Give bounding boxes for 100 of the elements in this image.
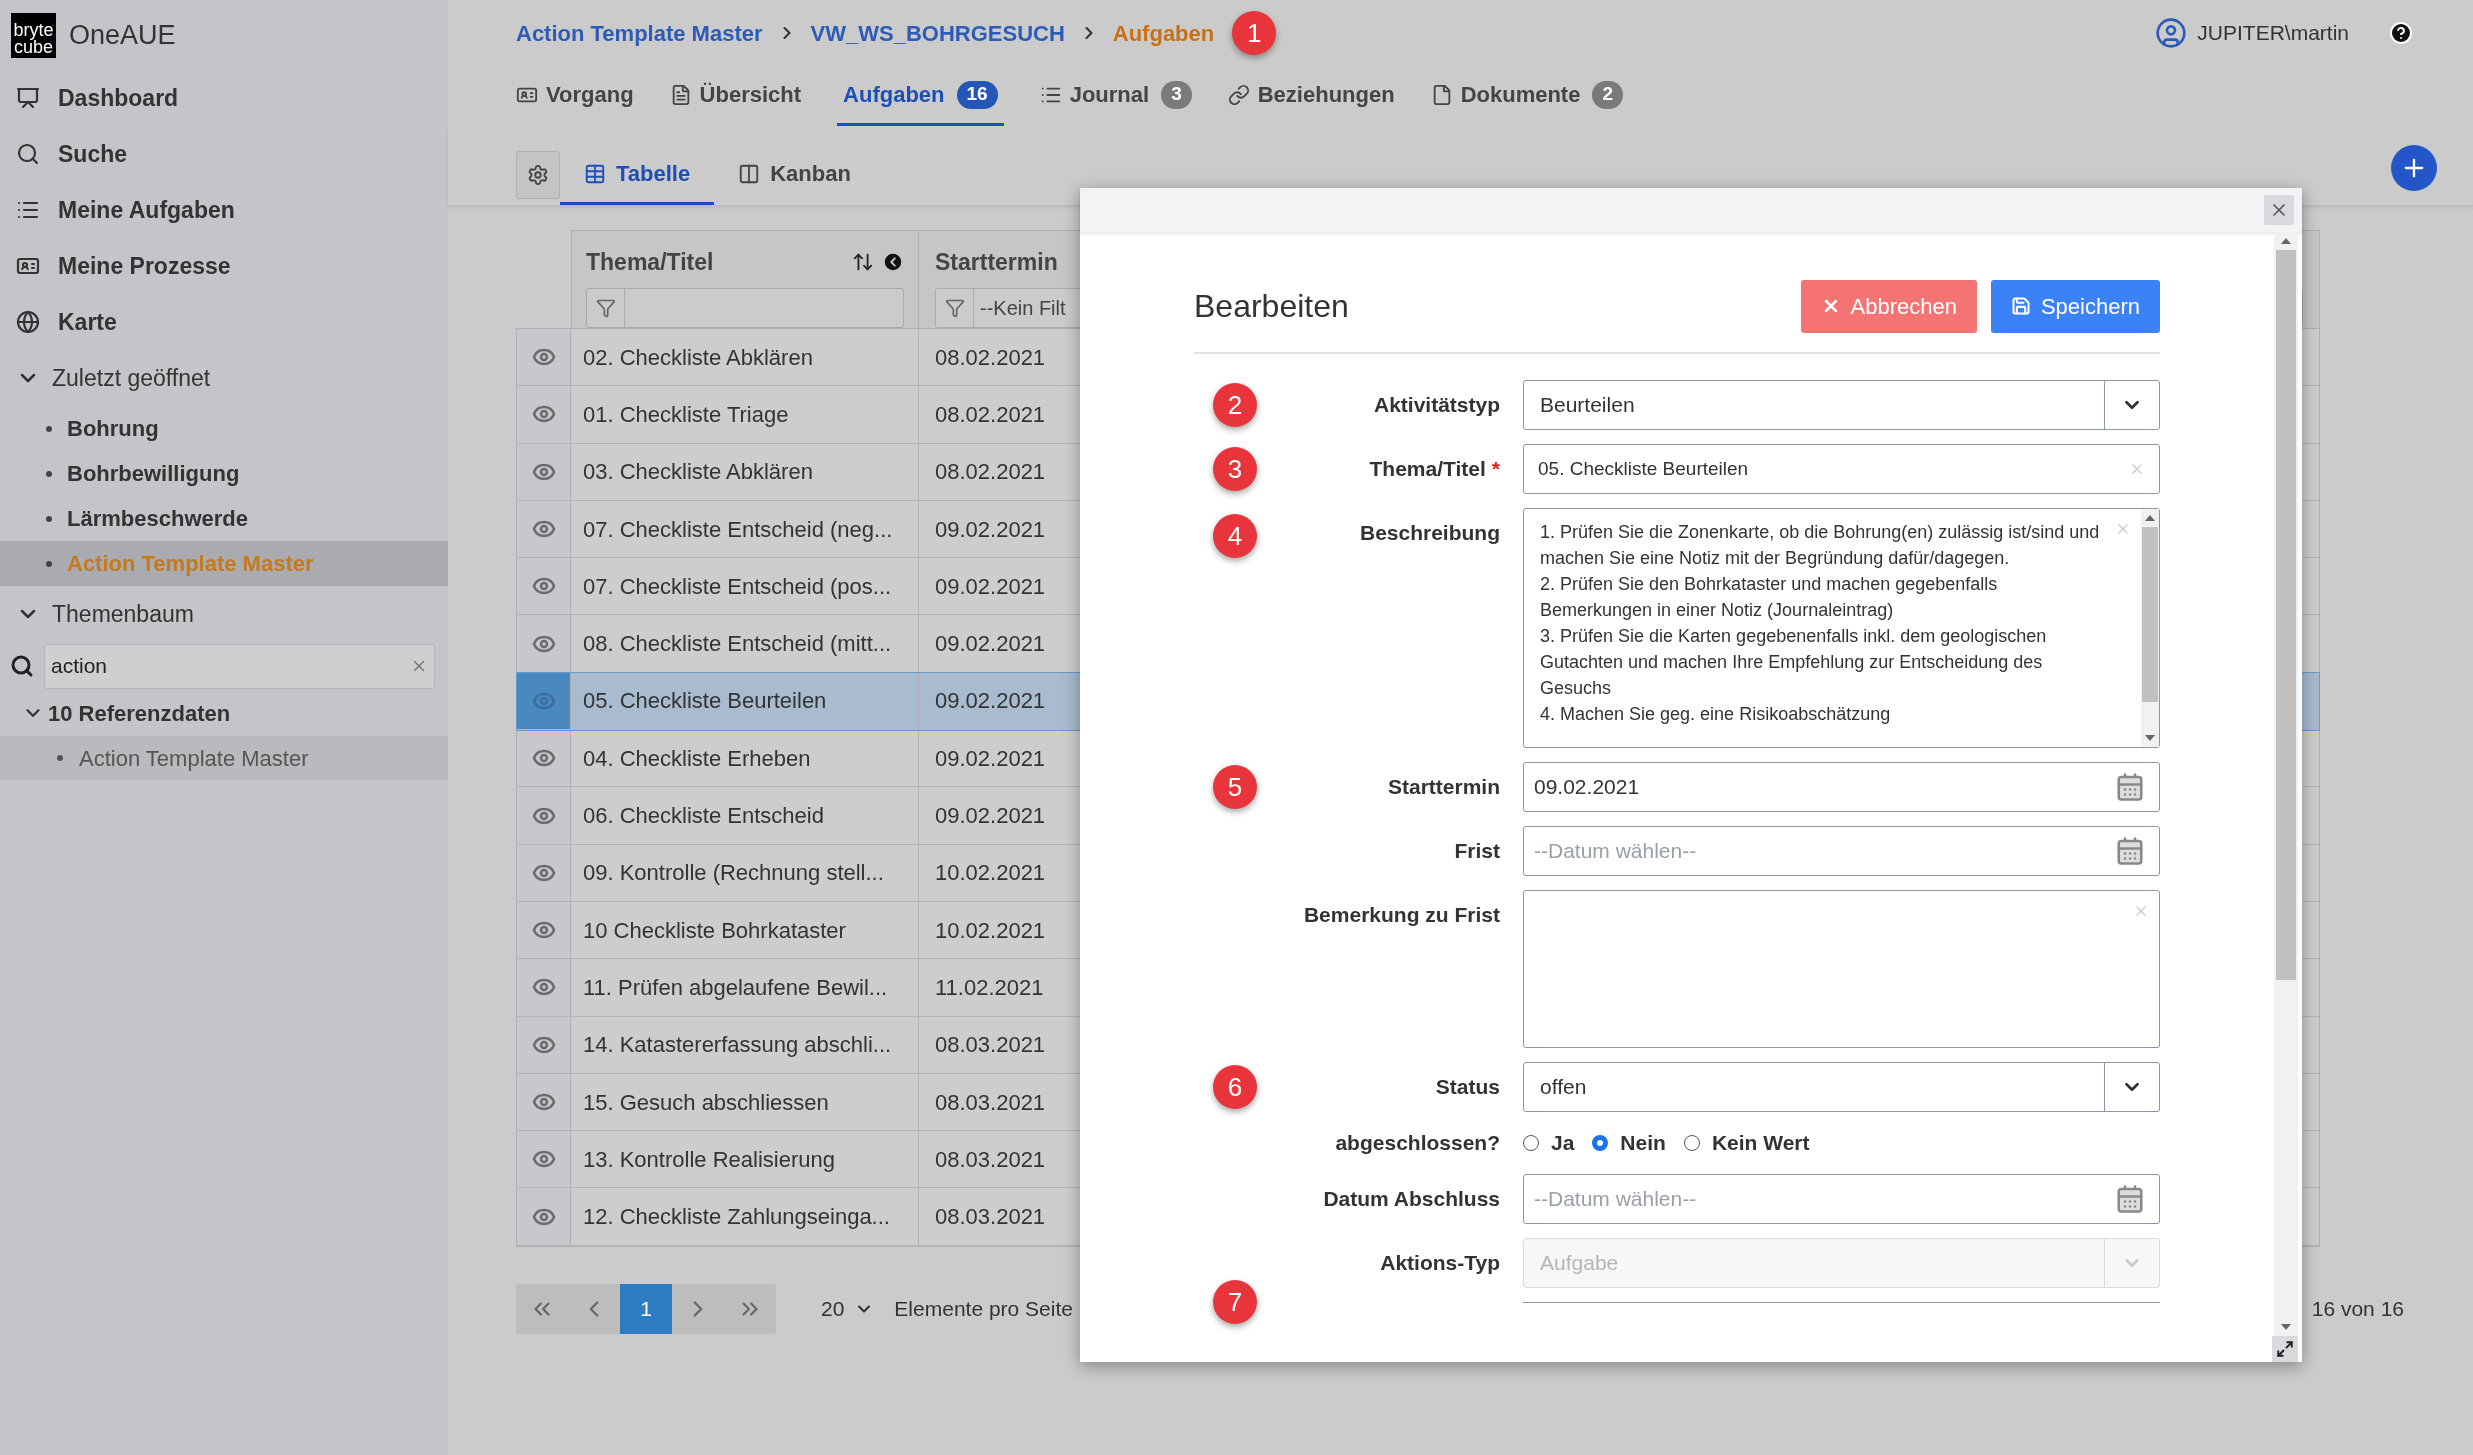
nav-item[interactable]: Meine Prozesse — [0, 238, 448, 294]
view-button[interactable] — [517, 329, 571, 386]
radio-option[interactable]: Ja — [1523, 1127, 1575, 1159]
table-cell: 06. Checkliste Entscheid — [571, 787, 919, 844]
calendar-icon[interactable] — [2115, 836, 2145, 866]
field-label: Frist — [1454, 838, 1500, 865]
step-badge: 1 — [1232, 11, 1277, 55]
select-field[interactable]: offen — [1523, 1062, 2160, 1112]
table-cell: 07. Checkliste Entscheid (neg... — [571, 500, 919, 558]
expand-icon — [2276, 1340, 2294, 1358]
section-header[interactable]: Zuletzt geöffnet — [0, 350, 448, 406]
scroll-down-icon[interactable] — [2281, 1324, 2291, 1330]
view-button[interactable] — [517, 787, 571, 844]
view-button[interactable] — [517, 615, 571, 672]
select-field[interactable]: Beurteilen — [1523, 380, 2160, 430]
resize-button[interactable] — [2272, 1336, 2298, 1362]
view-tab[interactable]: Tabelle — [560, 145, 715, 205]
tab[interactable]: Übersicht — [669, 66, 802, 126]
table-cell-text: 09.02.2021 — [935, 515, 1046, 544]
table-cell: 13. Kontrolle Realisierung — [571, 1131, 919, 1188]
tab[interactable]: Aufgaben 16 — [837, 66, 1004, 126]
table-cell-text: 08.03.2021 — [935, 1203, 1046, 1232]
count-badge: 2 — [1592, 80, 1623, 109]
table-cell: 01. Checkliste Triage — [571, 386, 919, 443]
help-icon[interactable] — [2389, 21, 2413, 45]
nav-item[interactable]: Meine Aufgaben — [0, 182, 448, 238]
scrollbar[interactable] — [2141, 509, 2159, 747]
date-field[interactable]: 09.02.2021 — [1523, 762, 2160, 812]
radio-option[interactable]: Kein Wert — [1683, 1127, 1810, 1159]
view-button[interactable] — [517, 1016, 571, 1073]
close-button[interactable] — [2264, 195, 2294, 225]
step-badge: 5 — [1213, 765, 1257, 809]
field-label: Aktivitätstyp — [1373, 392, 1500, 419]
scroll-down-icon[interactable] — [2145, 735, 2155, 741]
view-button[interactable] — [517, 730, 571, 787]
section-header[interactable]: Themenbaum — [0, 586, 448, 642]
tab[interactable]: Journal 3 — [1039, 66, 1192, 126]
view-tab[interactable]: Kanban — [714, 145, 875, 205]
filter-field[interactable] — [586, 287, 904, 328]
collapse-icon[interactable] — [882, 251, 904, 274]
view-button[interactable] — [517, 443, 571, 500]
scroll-up-icon[interactable] — [2281, 238, 2291, 244]
view-button[interactable] — [517, 901, 571, 959]
view-button[interactable] — [517, 558, 571, 615]
table-cell: 07. Checkliste Entscheid (pos... — [571, 558, 919, 615]
presentation-icon — [16, 86, 40, 110]
nav-item[interactable]: Suche — [0, 126, 448, 182]
view-button[interactable] — [517, 386, 571, 443]
settings-icon — [527, 164, 549, 186]
tab[interactable]: Dokumente 2 — [1430, 66, 1623, 126]
calendar-icon[interactable] — [2115, 1184, 2145, 1214]
breadcrumb-link[interactable]: Action Template Master — [516, 16, 763, 50]
recent-item[interactable]: Lärmbeschwerde — [0, 496, 448, 541]
table-cell-text: 08.02.2021 — [935, 400, 1046, 429]
table-cell-text: 09.02.2021 — [935, 687, 1046, 716]
table-cell: 10 Checkliste Bohrkataster — [571, 901, 919, 959]
table-cell-text: 09.02.2021 — [935, 572, 1046, 601]
tree-item[interactable]: Action Template Master — [0, 736, 448, 780]
recent-item[interactable]: Bohrung — [0, 406, 448, 451]
text-field[interactable]: 05. Checkliste Beurteilen — [1523, 444, 2160, 494]
calendar-icon[interactable] — [2115, 772, 2145, 802]
recent-item[interactable]: Bohrbewilligung — [0, 451, 448, 496]
search-field[interactable]: action — [44, 643, 435, 689]
view-button[interactable] — [517, 844, 571, 901]
table-cell-text: 09.02.2021 — [935, 630, 1046, 659]
table-cell: 02. Checkliste Abklären — [571, 329, 919, 386]
view-button[interactable] — [517, 672, 571, 730]
step-badge: 7 — [1213, 1280, 1257, 1324]
table-icon — [584, 162, 606, 185]
logo: bryte cube — [11, 12, 56, 58]
tree-node[interactable]: 10 Referenzdaten — [0, 690, 448, 736]
page-button[interactable]: 1 — [620, 1283, 672, 1334]
table-cell-text: 08.03.2021 — [935, 1145, 1046, 1174]
scroll-up-icon[interactable] — [2145, 515, 2155, 521]
tab[interactable]: Vorgang — [516, 66, 634, 126]
search-icon — [10, 654, 34, 678]
view-button[interactable] — [517, 1073, 571, 1131]
tab[interactable]: Beziehungen — [1227, 66, 1395, 126]
scrollbar[interactable] — [2274, 232, 2298, 1336]
radio-button[interactable] — [1592, 1135, 1609, 1151]
breadcrumb-link[interactable]: VW_WS_BOHRGESUCH — [810, 16, 1065, 50]
field-label: Starttermin — [1387, 774, 1500, 801]
radio-option[interactable]: Nein — [1592, 1127, 1666, 1159]
save-button[interactable]: Speichern — [1990, 279, 2160, 333]
radio-button[interactable] — [1523, 1135, 1539, 1151]
user-name[interactable]: JUPITER\martin — [2197, 17, 2349, 49]
nav-item[interactable]: Dashboard — [0, 70, 448, 126]
view-button[interactable] — [517, 959, 571, 1016]
text-area[interactable]: 1. Prüfen Sie die Zonenkarte, ob die Bohrung(en) zulässig ist/sind und machen Sie eine Notiz mit der Begründung dafür/dagegen. 2. Prüfen Sie den Bohrkataster und machen gegebenfalls Bemerkungen in einer Notiz (Journaleintrag) 3. Prüfen Sie die Karten gegebenenfalls inkl. dem geologischen Gutachten und machen Ihre Empfehlung zur Entscheidung des Gesuchs 4. Machen Sie geg. eine Risikoabschätzung — [1523, 508, 2160, 748]
page-size-select[interactable]: 20 — [821, 1293, 875, 1325]
nav-item[interactable]: Karte — [0, 294, 448, 350]
settings-button[interactable] — [516, 151, 560, 199]
user-icon[interactable] — [2155, 17, 2188, 49]
page-summary: 16 von 16 — [2311, 1296, 2404, 1322]
table-cell-text: 08.02.2021 — [935, 458, 1046, 487]
add-button[interactable] — [2391, 145, 2437, 191]
radio-button[interactable] — [1683, 1135, 1700, 1151]
view-button[interactable] — [517, 500, 571, 558]
view-button[interactable] — [517, 1131, 571, 1188]
view-button[interactable] — [517, 1188, 571, 1245]
